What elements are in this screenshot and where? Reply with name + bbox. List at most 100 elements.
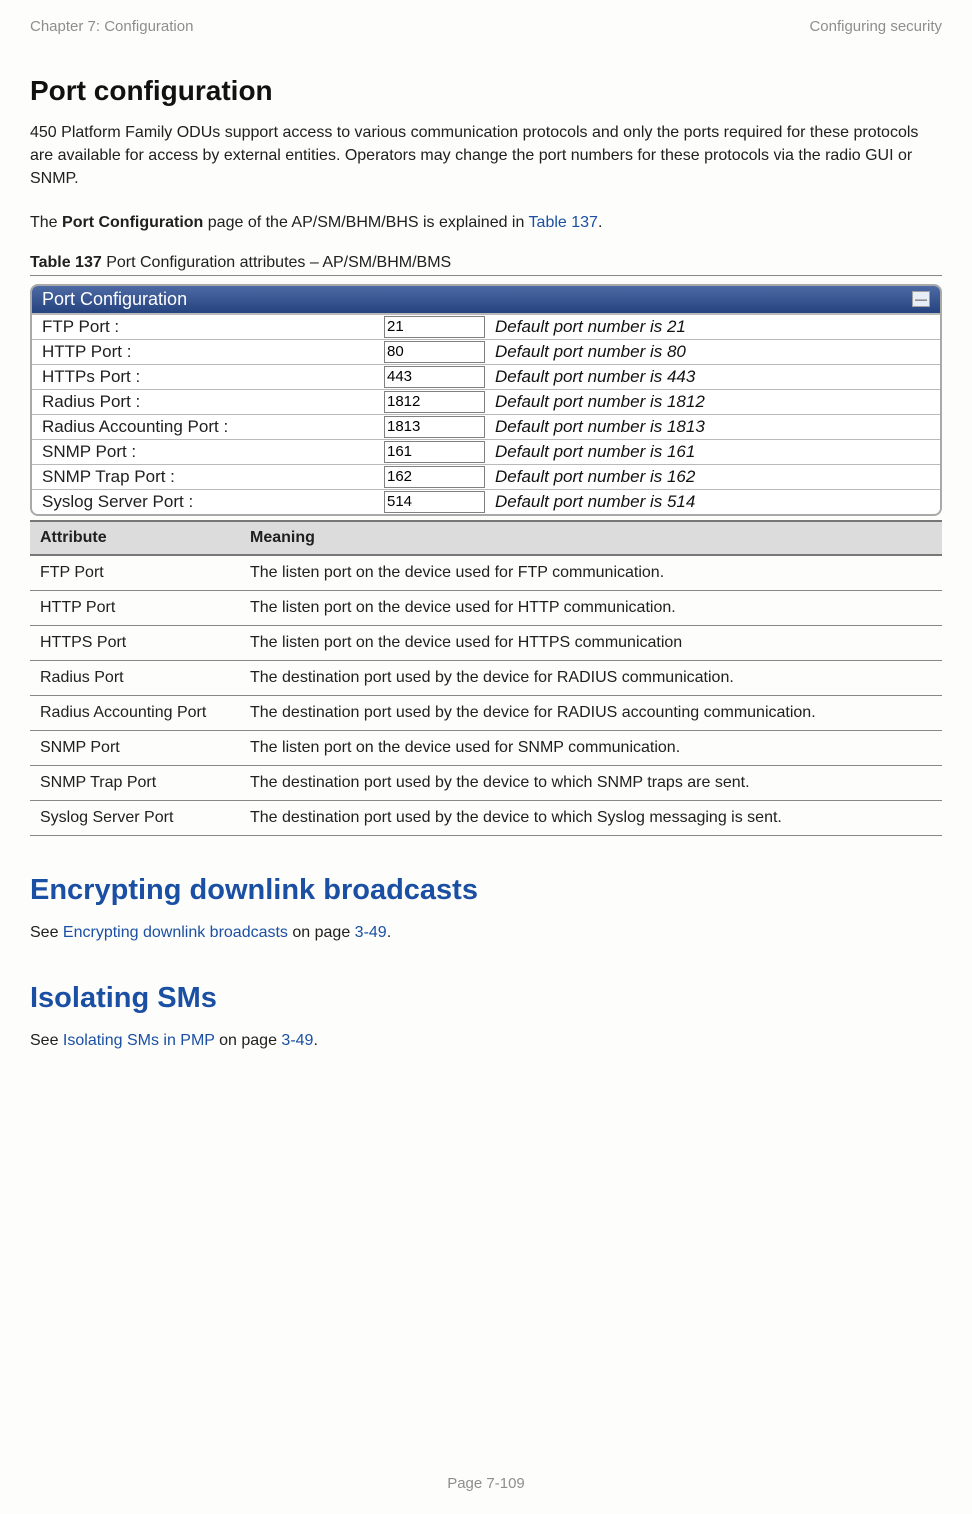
table-row: FTP PortThe listen port on the device us… <box>30 555 942 591</box>
text-bold: Port Configuration <box>62 214 203 231</box>
caption-rest: Port Configuration attributes – AP/SM/BH… <box>102 254 451 271</box>
cell-attr: HTTP Port <box>30 590 240 625</box>
header-attribute: Attribute <box>30 521 240 555</box>
field-input-cell <box>382 365 487 389</box>
table-row: Syslog Server PortThe destination port u… <box>30 800 942 835</box>
table-reference-link[interactable]: Table 137 <box>529 214 598 231</box>
cell-meaning: The destination port used by the device … <box>240 800 942 835</box>
field-input-cell <box>382 440 487 464</box>
cell-meaning: The listen port on the device used for F… <box>240 555 942 591</box>
field-label: SNMP Port : <box>32 440 382 464</box>
intro-paragraph: 450 Platform Family ODUs support access … <box>30 121 942 191</box>
cell-attr: Radius Accounting Port <box>30 695 240 730</box>
field-input-cell <box>382 315 487 339</box>
table-caption: Table 137 Port Configuration attributes … <box>30 254 942 272</box>
cross-reference-link[interactable]: Encrypting downlink broadcasts <box>63 924 288 941</box>
text: See <box>30 1032 63 1049</box>
panel-row: Radius Port : Default port number is 181… <box>32 389 940 414</box>
text: on page <box>288 924 355 941</box>
panel-row: HTTPs Port : Default port number is 443 <box>32 364 940 389</box>
ftp-port-input[interactable] <box>384 316 485 338</box>
field-label: HTTPs Port : <box>32 365 382 389</box>
text: The <box>30 214 62 231</box>
cell-meaning: The destination port used by the device … <box>240 695 942 730</box>
panel-row: SNMP Trap Port : Default port number is … <box>32 464 940 489</box>
page-reference-link[interactable]: 3-49 <box>355 924 387 941</box>
text: . <box>598 214 602 231</box>
panel-header: Port Configuration — <box>32 286 940 314</box>
page-header: Chapter 7: Configuration Configuring sec… <box>30 18 942 35</box>
cell-attr: SNMP Trap Port <box>30 765 240 800</box>
field-note: Default port number is 162 <box>487 465 703 489</box>
page-reference-link[interactable]: 3-49 <box>281 1032 313 1049</box>
cell-meaning: The destination port used by the device … <box>240 765 942 800</box>
header-meaning: Meaning <box>240 521 942 555</box>
cross-reference-link[interactable]: Isolating SMs in PMP <box>63 1032 215 1049</box>
explain-paragraph: The Port Configuration page of the AP/SM… <box>30 211 942 234</box>
page-footer: Page 7-109 <box>0 1475 972 1492</box>
field-note: Default port number is 514 <box>487 490 703 514</box>
radius-port-input[interactable] <box>384 391 485 413</box>
syslog-server-port-input[interactable] <box>384 491 485 513</box>
panel-row: SNMP Port : Default port number is 161 <box>32 439 940 464</box>
cell-meaning: The destination port used by the device … <box>240 660 942 695</box>
panel-title: Port Configuration <box>42 289 187 310</box>
table-row: HTTP PortThe listen port on the device u… <box>30 590 942 625</box>
snmp-trap-port-input[interactable] <box>384 466 485 488</box>
heading-isolating-sms: Isolating SMs <box>30 982 942 1015</box>
https-port-input[interactable] <box>384 366 485 388</box>
port-configuration-panel: Port Configuration — FTP Port : Default … <box>30 284 942 516</box>
text: page of the AP/SM/BHM/BHS is explained i… <box>203 214 528 231</box>
field-label: SNMP Trap Port : <box>32 465 382 489</box>
table-row: SNMP Trap PortThe destination port used … <box>30 765 942 800</box>
heading-encrypting-downlink: Encrypting downlink broadcasts <box>30 874 942 907</box>
cell-meaning: The listen port on the device used for H… <box>240 625 942 660</box>
see-paragraph: See Encrypting downlink broadcasts on pa… <box>30 921 942 944</box>
panel-row: Radius Accounting Port : Default port nu… <box>32 414 940 439</box>
field-note: Default port number is 21 <box>487 315 694 339</box>
table-row: Radius Accounting PortThe destination po… <box>30 695 942 730</box>
see-paragraph: See Isolating SMs in PMP on page 3-49. <box>30 1029 942 1052</box>
field-label: Syslog Server Port : <box>32 490 382 514</box>
field-note: Default port number is 1812 <box>487 390 713 414</box>
snmp-port-input[interactable] <box>384 441 485 463</box>
table-row: Radius PortThe destination port used by … <box>30 660 942 695</box>
field-label: FTP Port : <box>32 315 382 339</box>
caption-rule <box>30 275 942 276</box>
field-note: Default port number is 161 <box>487 440 703 464</box>
field-input-cell <box>382 340 487 364</box>
header-right: Configuring security <box>809 18 942 35</box>
header-left: Chapter 7: Configuration <box>30 18 193 35</box>
panel-row: Syslog Server Port : Default port number… <box>32 489 940 514</box>
field-input-cell <box>382 465 487 489</box>
attribute-table: Attribute Meaning FTP PortThe listen por… <box>30 520 942 836</box>
cell-meaning: The listen port on the device used for S… <box>240 730 942 765</box>
table-header-row: Attribute Meaning <box>30 521 942 555</box>
field-label: Radius Accounting Port : <box>32 415 382 439</box>
field-note: Default port number is 1813 <box>487 415 713 439</box>
text: . <box>313 1032 317 1049</box>
text: See <box>30 924 63 941</box>
cell-attr: Radius Port <box>30 660 240 695</box>
cell-attr: HTTPS Port <box>30 625 240 660</box>
caption-bold: Table 137 <box>30 254 102 271</box>
cell-attr: Syslog Server Port <box>30 800 240 835</box>
cell-meaning: The listen port on the device used for H… <box>240 590 942 625</box>
field-label: Radius Port : <box>32 390 382 414</box>
http-port-input[interactable] <box>384 341 485 363</box>
field-note: Default port number is 80 <box>487 340 694 364</box>
cell-attr: SNMP Port <box>30 730 240 765</box>
radius-accounting-port-input[interactable] <box>384 416 485 438</box>
panel-row: HTTP Port : Default port number is 80 <box>32 339 940 364</box>
field-note: Default port number is 443 <box>487 365 703 389</box>
table-row: SNMP PortThe listen port on the device u… <box>30 730 942 765</box>
field-input-cell <box>382 415 487 439</box>
panel-row: FTP Port : Default port number is 21 <box>32 314 940 339</box>
field-input-cell <box>382 390 487 414</box>
heading-port-configuration: Port configuration <box>30 75 942 107</box>
text: . <box>387 924 391 941</box>
field-input-cell <box>382 490 487 514</box>
collapse-icon[interactable]: — <box>912 291 930 307</box>
cell-attr: FTP Port <box>30 555 240 591</box>
field-label: HTTP Port : <box>32 340 382 364</box>
